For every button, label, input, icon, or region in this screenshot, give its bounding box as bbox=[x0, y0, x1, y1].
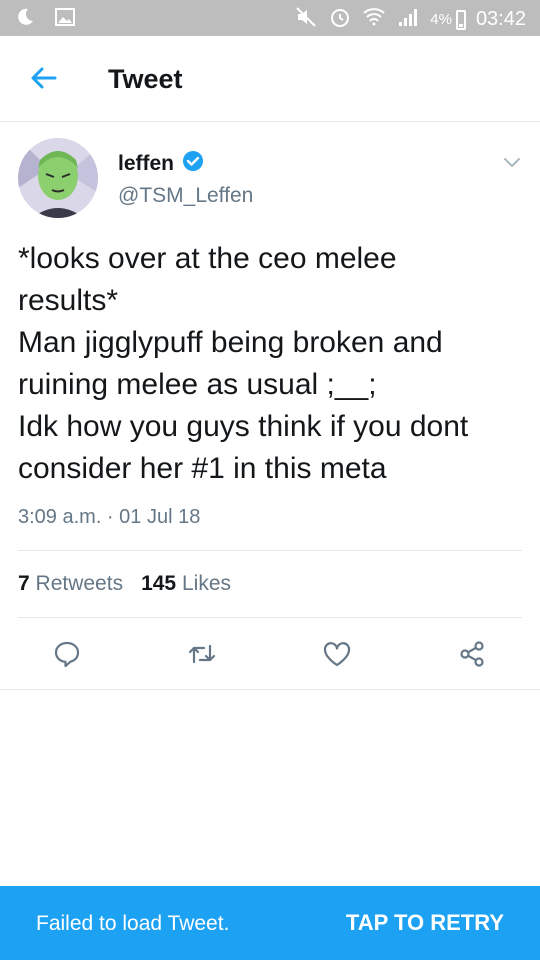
moon-icon bbox=[14, 6, 36, 33]
signal-icon bbox=[396, 5, 420, 34]
image-icon bbox=[54, 6, 76, 33]
author-name-row[interactable]: leffen bbox=[118, 150, 204, 177]
wifi-icon bbox=[362, 5, 386, 34]
reply-button[interactable] bbox=[45, 634, 89, 678]
retweets-count: 7 bbox=[18, 572, 30, 595]
divider bbox=[18, 617, 522, 618]
error-snackbar: Failed to load Tweet. TAP TO RETRY bbox=[0, 886, 540, 960]
status-time: 03:42 bbox=[475, 8, 526, 30]
verified-badge-icon bbox=[182, 150, 204, 177]
retweet-button[interactable] bbox=[180, 634, 224, 678]
tweet-text-line: ruining melee as usual ;__; bbox=[18, 368, 377, 401]
reply-icon bbox=[53, 640, 81, 673]
back-button[interactable] bbox=[20, 56, 68, 104]
tweet-text-line: consider her #1 in this meta bbox=[18, 452, 387, 485]
snackbar-message: Failed to load Tweet. bbox=[36, 912, 230, 935]
tweet-timestamp: 3:09 a.m. · 01 Jul 18 bbox=[18, 506, 201, 528]
avatar[interactable] bbox=[18, 138, 98, 218]
chevron-down-icon bbox=[500, 158, 524, 178]
like-icon bbox=[322, 640, 352, 673]
retweets-count-link[interactable]: 7 Retweets bbox=[18, 572, 123, 596]
retweet-icon bbox=[187, 640, 217, 673]
tweet-text-line: Idk how you guys think if you dont bbox=[18, 410, 469, 443]
like-button[interactable] bbox=[315, 634, 359, 678]
divider bbox=[0, 689, 540, 690]
divider bbox=[18, 550, 522, 551]
likes-label: Likes bbox=[181, 572, 231, 595]
app-bar: Tweet bbox=[0, 36, 540, 122]
tweet-text: *looks over at the ceo melee results* Ma… bbox=[18, 238, 528, 490]
share-icon bbox=[458, 640, 486, 673]
tweet-text-line: Man jigglypuff being broken and bbox=[18, 326, 443, 359]
tweet-text-line: results* bbox=[18, 284, 119, 317]
tweet-actions bbox=[0, 630, 540, 680]
arrow-left-icon bbox=[29, 63, 59, 98]
alarm-icon bbox=[328, 5, 352, 34]
battery-icon bbox=[455, 9, 466, 30]
tweet-text-line: *looks over at the ceo melee bbox=[18, 242, 397, 275]
status-right-icons: 4% 03:42 bbox=[294, 5, 526, 34]
battery-level: 4% bbox=[430, 11, 452, 28]
mute-icon bbox=[294, 5, 318, 34]
battery-indicator: 4% bbox=[430, 9, 466, 30]
status-bar: 4% 03:42 bbox=[0, 0, 540, 36]
likes-count-link[interactable]: 145 Likes bbox=[141, 572, 231, 596]
share-button[interactable] bbox=[450, 634, 494, 678]
page-title: Tweet bbox=[108, 64, 183, 94]
tweet-stats: 7 Retweets 145 Likes bbox=[18, 572, 231, 596]
tweet-menu-button[interactable] bbox=[500, 150, 524, 174]
retry-button[interactable]: TAP TO RETRY bbox=[346, 910, 504, 936]
author-handle[interactable]: @TSM_Leffen bbox=[118, 184, 253, 208]
author-name: leffen bbox=[118, 151, 175, 175]
status-left-icons bbox=[14, 6, 76, 33]
likes-count: 145 bbox=[141, 572, 177, 595]
retweets-label: Retweets bbox=[35, 572, 124, 595]
